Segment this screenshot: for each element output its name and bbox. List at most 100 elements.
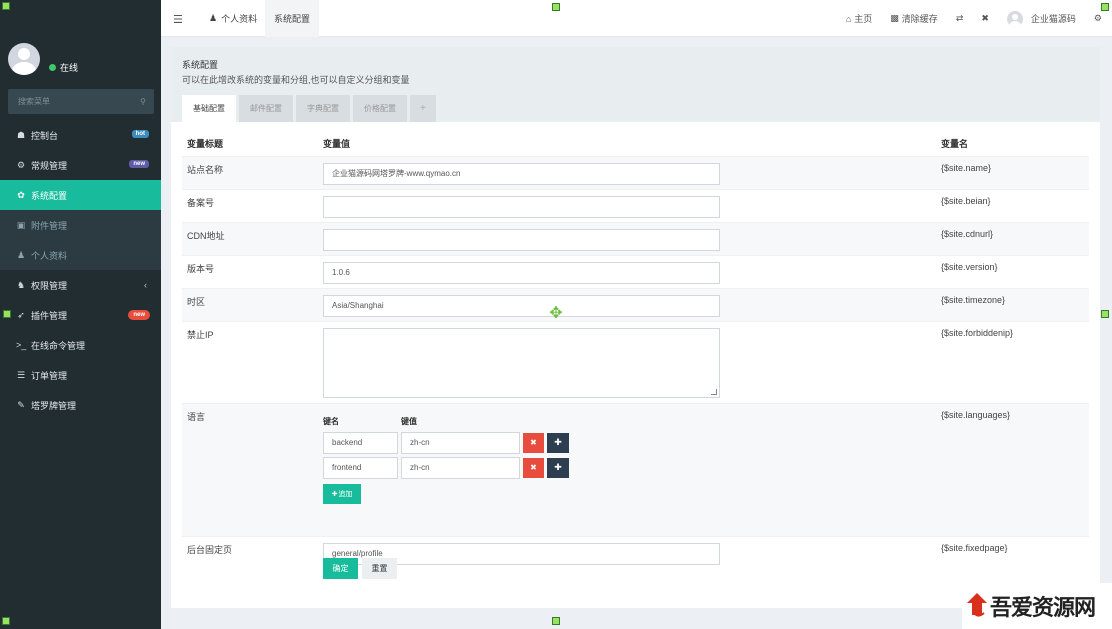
sidebar-item-general[interactable]: ⚙ 常规管理 new [0, 150, 161, 180]
sidebar-item-system-config[interactable]: ✿ 系统配置 [0, 180, 161, 210]
row-varname: {$site.fixedpage} [936, 535, 1089, 569]
user-menu[interactable]: 企业猫源码 [1006, 10, 1076, 27]
config-table: 变量标题 变量值 变量名 站点名称 企业猫源码网塔罗牌-www.qymao.cn… [182, 132, 1089, 569]
language-value-input[interactable]: zh-cn [401, 456, 520, 479]
row-title: 站点名称 [182, 155, 318, 189]
sidebar-item-permissions[interactable]: ♞ 权限管理 ‹ [0, 270, 161, 300]
settings-button[interactable]: ⚙ [1094, 13, 1102, 24]
row-value: 键名 键值 backend zh-cn ✖ ✚ frontend zh-cn ✖… [318, 402, 936, 536]
online-label: 在线 [60, 63, 79, 73]
home-link[interactable]: ⌂ 主页 [846, 12, 872, 25]
table-row: 语言 键名 键值 backend zh-cn ✖ ✚ frontend zh-c [182, 402, 1089, 536]
add-tab-button[interactable]: + [410, 95, 436, 122]
beian-input[interactable] [323, 195, 720, 218]
sidebar-item-label: 权限管理 [31, 280, 68, 291]
panel-heading: 系统配置 可以在此增改系统的变量和分组,也可以自定义分组和变量 基础配置 邮件配… [171, 47, 1100, 122]
fullscreen-button[interactable]: ✖ [981, 13, 989, 24]
resize-handle[interactable] [3, 310, 11, 318]
table-row: 站点名称 企业猫源码网塔罗牌-www.qymao.cn {$site.name} [182, 155, 1089, 189]
menu-toggle-icon[interactable]: ☰ [173, 13, 183, 26]
sidebar-item-label: 插件管理 [31, 310, 68, 321]
form-actions: 确定 重置 [323, 558, 397, 579]
table-row: 时区 Asia/Shanghai {$site.timezone} [182, 287, 1089, 321]
group-icon: ♞ [16, 279, 26, 290]
page-subtitle: 可以在此增改系统的变量和分组,也可以自定义分组和变量 [182, 75, 410, 85]
tab-system-config[interactable]: 系统配置 [265, 0, 320, 37]
language-button[interactable]: ⇄ [956, 13, 964, 24]
language-value-input[interactable]: zh-cn [401, 431, 520, 454]
row-varname: {$site.beian} [936, 188, 1089, 222]
row-value: 1.0.6 [318, 254, 936, 288]
language-key-input[interactable]: backend [323, 431, 398, 454]
language-row: backend zh-cn ✖ ✚ [323, 431, 936, 454]
tab-email[interactable]: 邮件配置 [239, 95, 293, 122]
resize-handle[interactable] [2, 2, 10, 10]
magic-icon: ✎ [17, 399, 25, 410]
sidebar-item-profile[interactable]: ♟ 个人资料 [0, 240, 161, 270]
tab-price[interactable]: 价格配置 [353, 95, 407, 122]
tab-basic[interactable]: 基础配置 [182, 95, 236, 122]
column-header: 变量名 [941, 139, 969, 150]
remove-row-button[interactable]: ✖ [523, 432, 544, 453]
confirm-button[interactable]: 确定 [323, 558, 358, 579]
clear-cache-button[interactable]: ▩ 清除缓存 [890, 12, 938, 25]
drag-handle-button[interactable]: ✚ [547, 432, 569, 453]
language-row: frontend zh-cn ✖ ✚ [323, 456, 936, 479]
table-row: CDN地址 {$site.cdnurl} [182, 221, 1089, 255]
sidebar-item-label: 在线命令管理 [31, 340, 86, 351]
reset-button[interactable]: 重置 [362, 558, 397, 579]
sidebar-item-orders[interactable]: ☰ 订单管理 [0, 360, 161, 390]
resize-handle[interactable] [1101, 310, 1109, 318]
new-badge: new [128, 310, 150, 320]
version-input[interactable]: 1.0.6 [323, 261, 720, 284]
rocket-icon: ➶ [17, 309, 25, 320]
site-name-input[interactable]: 企业猫源码网塔罗牌-www.qymao.cn [323, 162, 720, 185]
row-varname: {$site.cdnurl} [936, 221, 1089, 255]
row-title: 语言 [182, 402, 318, 536]
language-key-input[interactable]: frontend [323, 456, 398, 479]
sidebar-item-plugins[interactable]: ➶ 插件管理 new [0, 300, 161, 330]
list-icon: ☰ [16, 369, 26, 380]
user-icon: ♟ [209, 13, 218, 23]
add-language-button[interactable]: ✚ 追加 [323, 483, 361, 504]
watermark-text: 吾爱资源网 [990, 595, 1096, 621]
sidebar-item-tarot[interactable]: ✎ 塔罗牌管理 [0, 390, 161, 420]
tab-profile[interactable]: ♟ 个人资料 [201, 0, 265, 37]
table-header: 变量标题 变量值 变量名 [182, 132, 1089, 156]
sidebar-item-label: 个人资料 [31, 250, 68, 261]
sidebar-item-command[interactable]: >_ 在线命令管理 [0, 330, 161, 360]
row-value: Asia/Shanghai [318, 287, 936, 321]
resize-handle[interactable] [552, 617, 560, 625]
drag-handle-button[interactable]: ✚ [547, 457, 569, 478]
sidebar-search-input[interactable]: 搜索菜单 ⚲ [8, 89, 154, 114]
timezone-input[interactable]: Asia/Shanghai [323, 294, 720, 317]
row-title: 版本号 [182, 254, 318, 288]
forbidden-ip-textarea[interactable] [323, 327, 720, 398]
remove-row-button[interactable]: ✖ [523, 457, 544, 478]
sidebar-item-label: 常规管理 [31, 160, 68, 171]
tab-label: 个人资料 [221, 14, 258, 24]
watermark-logo-icon [967, 593, 987, 617]
chevron-left-icon: ‹ [144, 280, 147, 290]
sidebar-item-dashboard[interactable]: ☗ 控制台 hot [0, 120, 161, 150]
tab-dictionary[interactable]: 字典配置 [296, 95, 350, 122]
cogs-icon: ⚙ [16, 159, 26, 170]
arrows-icon: ✚ [554, 462, 562, 472]
status-dot-icon [49, 64, 56, 71]
column-header: 变量值 [323, 139, 351, 150]
resize-handle[interactable] [552, 3, 560, 11]
table-row: 版本号 1.0.6 {$site.version} [182, 254, 1089, 288]
sidebar-item-attachments[interactable]: ▣ 附件管理 [0, 210, 161, 240]
username: 企业猫源码 [1030, 14, 1076, 24]
value-header: 键值 [401, 416, 417, 426]
sidebar-item-label: 系统配置 [31, 190, 68, 201]
resize-handle[interactable] [1101, 3, 1109, 11]
resize-handle[interactable] [2, 617, 10, 625]
cdn-url-input[interactable] [323, 228, 720, 251]
home-icon: ⌂ [845, 13, 852, 24]
page-title: 系统配置 [182, 60, 219, 70]
watermark: 吾爱资源网 [962, 583, 1112, 629]
user-icon: ♟ [16, 249, 26, 260]
row-value: general/profile [318, 535, 936, 569]
arrows-icon: ✚ [554, 437, 562, 447]
